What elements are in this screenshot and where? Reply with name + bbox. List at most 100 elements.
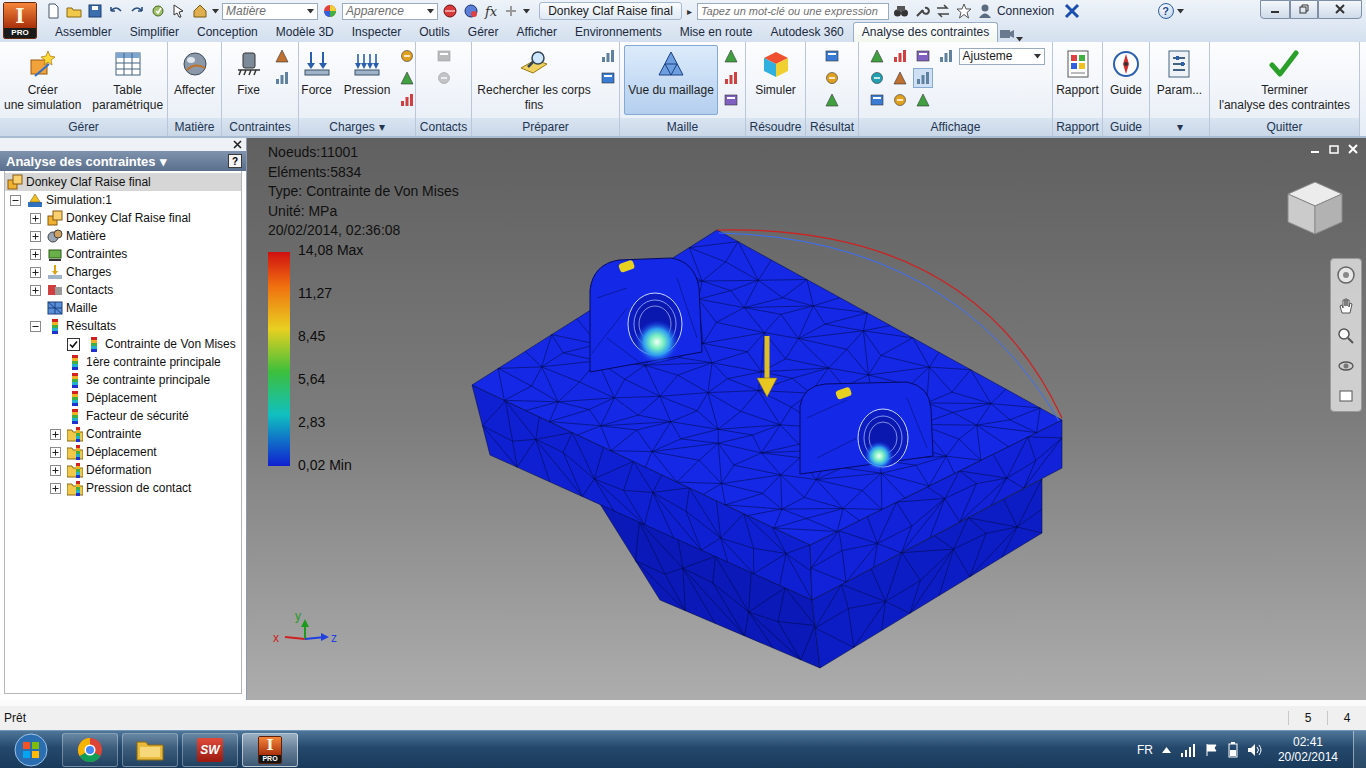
taskbar-app[interactable]: IPRO: [242, 733, 298, 767]
close-icon[interactable]: [233, 140, 242, 149]
minimize-button[interactable]: [1260, 0, 1290, 19]
language-indicator[interactable]: FR: [1137, 743, 1153, 757]
tree-item[interactable]: Déplacement: [5, 389, 241, 407]
ribbon-small-button[interactable]: [598, 46, 618, 66]
help-button[interactable]: ?: [1158, 3, 1174, 19]
ribbon-tab[interactable]: Analyse des contraintes: [853, 22, 998, 42]
ribbon-small-button[interactable]: [867, 68, 887, 88]
close-button[interactable]: [1318, 0, 1362, 19]
ribbon-small-button[interactable]: [397, 68, 417, 88]
collapse-toggle[interactable]: [10, 195, 21, 206]
tree-item[interactable]: Déformation: [5, 461, 241, 479]
view-cube[interactable]: [1282, 176, 1348, 245]
minimize-icon[interactable]: [1310, 144, 1320, 154]
ribbon-small-button[interactable]: [721, 90, 741, 110]
ribbon-tab[interactable]: Mise en route: [671, 22, 762, 42]
ribbon-small-button[interactable]: [598, 68, 618, 88]
expand-toggle[interactable]: [50, 447, 61, 458]
tree-item[interactable]: Matière: [5, 227, 241, 245]
ball1-button[interactable]: [441, 2, 459, 20]
appearance-dropdown[interactable]: Apparence: [342, 3, 438, 20]
ribbon-button[interactable]: Affecter: [170, 45, 219, 115]
ribbon-small-button[interactable]: [434, 46, 454, 66]
expand-toggle[interactable]: [30, 249, 41, 260]
ribbon-small-button[interactable]: [913, 68, 933, 88]
ribbon-tab[interactable]: Simplifier: [121, 22, 188, 42]
browser-help-button[interactable]: ?: [228, 154, 242, 168]
ribbon-small-button[interactable]: [721, 46, 741, 66]
browser-header[interactable]: Analyse des contraintes▾?: [0, 151, 246, 171]
ribbon-small-button[interactable]: [890, 46, 910, 66]
tree-item[interactable]: Contrainte: [5, 425, 241, 443]
select-button[interactable]: [170, 2, 188, 20]
restore-button[interactable]: [1290, 0, 1318, 19]
ribbon-button[interactable]: Param...: [1153, 45, 1206, 115]
ribbon-small-button[interactable]: [867, 46, 887, 66]
colorball-button[interactable]: [321, 2, 339, 20]
user-button[interactable]: [976, 2, 994, 20]
tree-item[interactable]: Donkey Claf Raise final: [5, 209, 241, 227]
star-button[interactable]: [955, 2, 973, 20]
ribbon-tab[interactable]: Gérer: [459, 22, 508, 42]
battery-icon[interactable]: [1228, 742, 1238, 758]
plus-button[interactable]: [502, 2, 520, 20]
collapse-toggle[interactable]: [30, 321, 41, 332]
ribbon-button[interactable]: Pression: [340, 45, 395, 115]
open-button[interactable]: [65, 2, 83, 20]
ribbon-small-button[interactable]: [397, 46, 417, 66]
app-menu-button[interactable]: IPRO: [0, 0, 40, 42]
view-face-icon[interactable]: [1337, 387, 1355, 405]
ribbon-small-button[interactable]: [721, 68, 741, 88]
ribbon-small-button[interactable]: [936, 46, 956, 66]
ribbon-button[interactable]: Terminerl'analyse des contraintes: [1215, 45, 1354, 115]
tree-item[interactable]: Déplacement: [5, 443, 241, 461]
ribbon-button[interactable]: Créerune simulation: [0, 45, 85, 115]
tree-item[interactable]: Donkey Claf Raise final: [5, 173, 241, 191]
tree-item[interactable]: 1ère contrainte principale: [5, 353, 241, 371]
zoom-icon[interactable]: [1337, 327, 1355, 345]
restore-icon[interactable]: [1329, 144, 1339, 154]
ribbon-tab[interactable]: Outils: [410, 22, 459, 42]
tree-item[interactable]: Charges: [5, 263, 241, 281]
taskbar-app[interactable]: SW: [182, 733, 238, 767]
clock[interactable]: 02:4120/02/2014: [1272, 735, 1344, 765]
ribbon-tab[interactable]: Modèle 3D: [267, 22, 343, 42]
ribbon-small-button[interactable]: [822, 90, 842, 110]
expand-toggle[interactable]: [30, 231, 41, 242]
ribbon-small-button[interactable]: [397, 90, 417, 110]
steering-wheel-icon[interactable]: [1336, 265, 1356, 285]
ribbon-tab[interactable]: Autodesk 360: [761, 22, 852, 42]
ribbon-button[interactable]: Tableparamétrique: [88, 45, 167, 115]
tree-item[interactable]: Pression de contact: [5, 479, 241, 497]
expand-toggle[interactable]: [30, 267, 41, 278]
volume-icon[interactable]: [1247, 743, 1263, 757]
ribbon-button[interactable]: Simuler: [751, 45, 800, 115]
tree-item[interactable]: Résultats: [5, 317, 241, 335]
ribbon-small-button[interactable]: [913, 90, 933, 110]
ribbon-button[interactable]: Rechercher les corpsfins: [473, 45, 594, 115]
tool-button[interactable]: [913, 2, 931, 20]
cam-button[interactable]: [998, 24, 1016, 42]
taskbar-app[interactable]: [62, 733, 118, 767]
tree-item[interactable]: Maille: [5, 299, 241, 317]
expand-toggle[interactable]: [50, 483, 61, 494]
ribbon-button[interactable]: Guide: [1106, 45, 1146, 115]
expand-toggle[interactable]: [30, 285, 41, 296]
ribbon-button[interactable]: Force: [297, 45, 337, 115]
tree-item[interactable]: Contacts: [5, 281, 241, 299]
swap-button[interactable]: [934, 2, 952, 20]
tree-item[interactable]: Simulation:1: [5, 191, 241, 209]
ribbon-tab[interactable]: Assembler: [46, 22, 121, 42]
viewport[interactable]: Noeuds:11001Eléments:5834Type: Contraint…: [247, 138, 1366, 700]
ribbon-small-button[interactable]: [272, 68, 292, 88]
show-desktop-button[interactable]: [1353, 731, 1366, 768]
orbit-icon[interactable]: [1337, 357, 1355, 375]
save-button[interactable]: [86, 2, 104, 20]
show-hidden-icons-icon[interactable]: [1162, 747, 1171, 753]
ribbon-small-button[interactable]: [822, 68, 842, 88]
ribbon-small-button[interactable]: [272, 46, 292, 66]
start-button[interactable]: [4, 732, 58, 768]
ribbon-tab[interactable]: Environnements: [566, 22, 671, 42]
ribbon-button[interactable]: Vue du maillage: [624, 45, 718, 115]
formula-button[interactable]: fx: [483, 4, 499, 19]
